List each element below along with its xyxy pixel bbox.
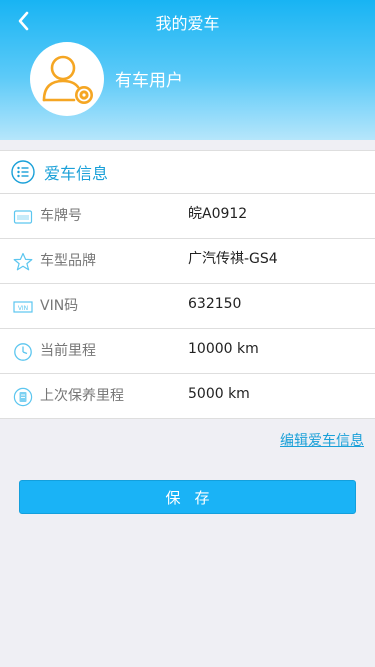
vin-icon: VIN (13, 301, 33, 313)
row-value: 皖A0912 (188, 206, 248, 222)
row-label: 当前里程 (40, 343, 96, 359)
info-row-vin[interactable]: VIN VIN码 632150 (0, 284, 375, 329)
info-row-license-plate[interactable]: 车牌号 皖A0912 (0, 194, 375, 239)
list-icon (11, 160, 35, 184)
row-value: 5000 km (188, 386, 250, 402)
row-label: 上次保养里程 (40, 388, 124, 404)
star-icon (13, 252, 33, 271)
car-info-card: 爱车信息 车牌号 皖A0912 车型品牌 广汽传祺-GS4 VIN VIN码 6… (0, 150, 375, 419)
avatar[interactable] (30, 42, 104, 116)
info-row-current-mileage[interactable]: 当前里程 10000 km (0, 329, 375, 374)
edit-car-info-link[interactable]: 编辑爱车信息 (280, 430, 364, 450)
info-row-model-brand[interactable]: 车型品牌 广汽传祺-GS4 (0, 239, 375, 284)
row-value: 10000 km (188, 341, 259, 357)
license-plate-icon (13, 210, 33, 224)
user-type-label: 有车用户 (115, 71, 183, 91)
row-label: VIN码 (40, 298, 79, 314)
row-label: 车型品牌 (40, 253, 96, 269)
card-header: 爱车信息 (0, 151, 375, 194)
info-row-last-maintenance[interactable]: 上次保养里程 5000 km (0, 374, 375, 418)
row-value: 632150 (188, 296, 242, 312)
odometer-icon (14, 343, 32, 361)
svg-text:VIN: VIN (18, 305, 28, 312)
save-button[interactable]: 保存 (19, 480, 356, 514)
card-title: 爱车信息 (44, 164, 109, 183)
row-value: 广汽传祺-GS4 (188, 251, 278, 267)
user-avatar-icon (42, 55, 93, 104)
row-label: 车牌号 (40, 208, 82, 224)
page-title: 我的爱车 (155, 14, 220, 33)
maintenance-icon (13, 387, 33, 407)
header: 我的爱车 有车用户 (0, 0, 375, 140)
